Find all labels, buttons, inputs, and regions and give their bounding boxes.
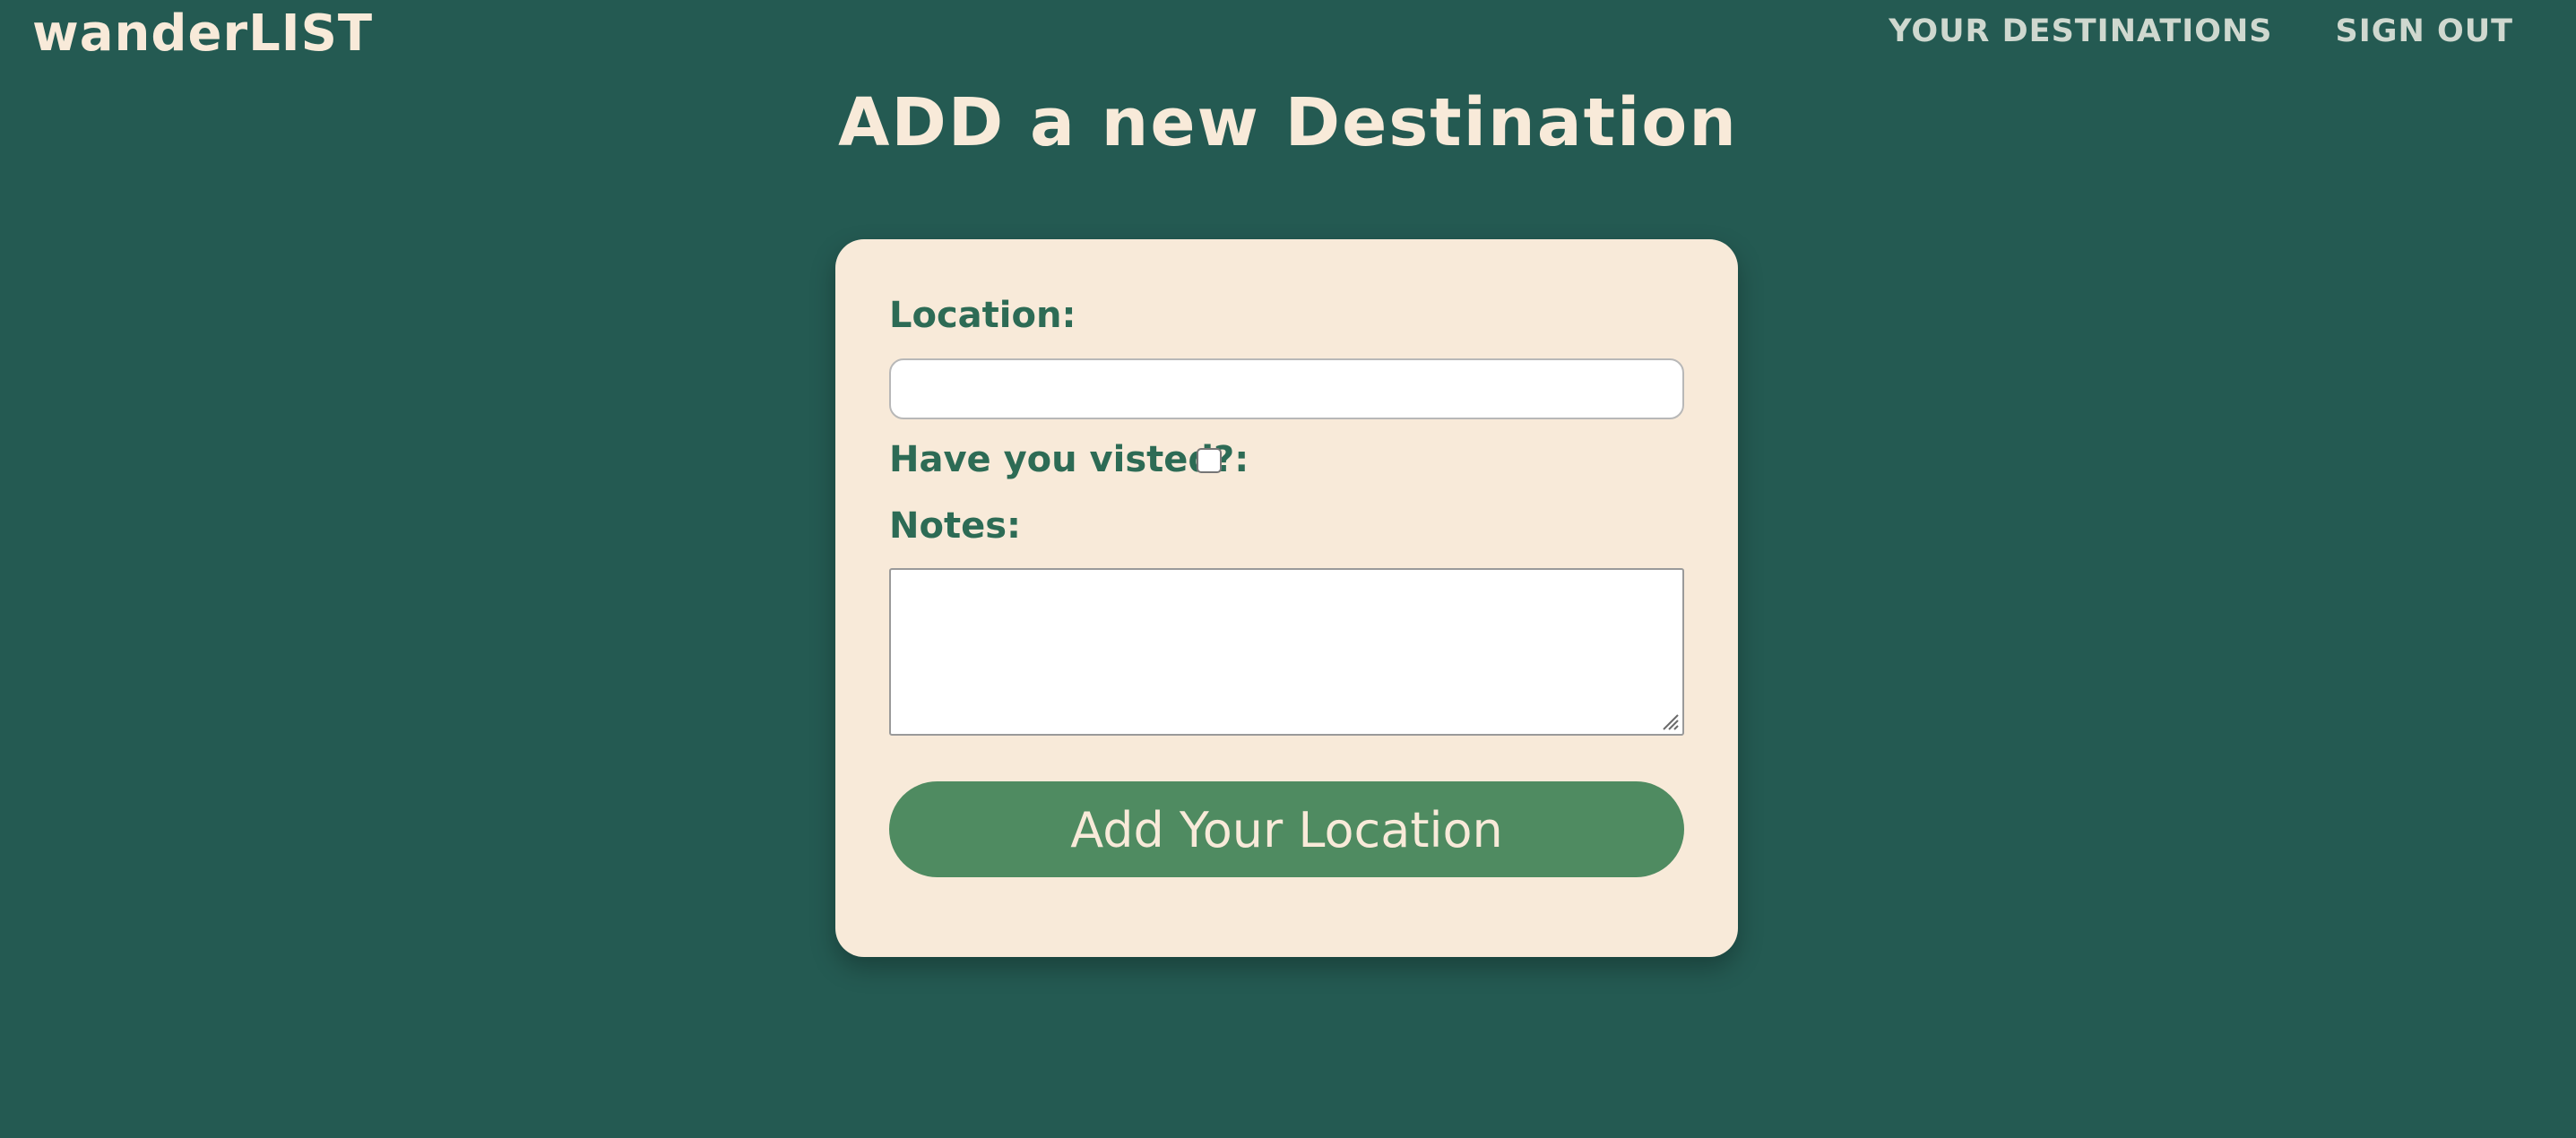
nav-your-destinations-link[interactable]: Your Destinations xyxy=(1889,9,2272,54)
page-title: ADD a new Destination xyxy=(838,84,1738,161)
resize-grip-icon[interactable] xyxy=(1658,710,1680,731)
top-nav: Your Destinations Sign Out xyxy=(1889,9,2513,54)
notes-label: Notes: xyxy=(889,505,1022,547)
location-label: Location: xyxy=(889,295,1076,336)
visited-checkbox[interactable] xyxy=(1197,448,1222,473)
add-location-button[interactable]: Add Your Location xyxy=(889,781,1684,877)
add-destination-form: Location: Have you visted?: Notes: Add Y… xyxy=(835,239,1738,957)
visited-label: Have you visted?: xyxy=(889,439,1249,480)
brand-logo-link[interactable]: wanderLIST xyxy=(32,4,373,65)
location-input[interactable] xyxy=(889,358,1684,419)
notes-textarea[interactable] xyxy=(889,568,1684,736)
nav-sign-out-link[interactable]: Sign Out xyxy=(2336,9,2513,54)
